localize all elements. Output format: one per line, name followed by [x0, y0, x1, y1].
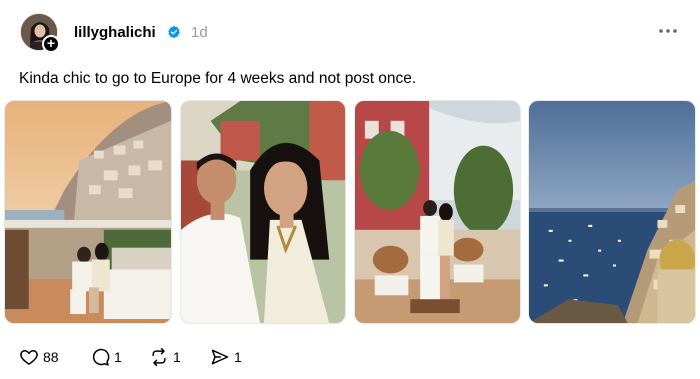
post-actions: 88 1 1 1	[0, 346, 700, 368]
like-button[interactable]: 88	[19, 346, 59, 368]
post-photo-2[interactable]	[180, 100, 346, 324]
comment-count: 1	[114, 349, 122, 365]
heart-icon	[20, 350, 38, 365]
post-photo-4[interactable]	[528, 100, 696, 324]
like-count: 88	[43, 349, 59, 365]
plus-icon[interactable]: +	[42, 35, 60, 53]
repost-icon	[152, 347, 166, 367]
send-icon	[211, 349, 229, 365]
thread-post: + lillyghalichi 1d Kinda chic to go to E…	[0, 0, 700, 379]
post-photo-3[interactable]	[354, 100, 521, 324]
repost-count: 1	[173, 349, 181, 365]
more-dots-icon[interactable]	[657, 22, 679, 40]
profile-avatar[interactable]: +	[20, 13, 60, 53]
comment-icon	[92, 348, 110, 366]
share-button[interactable]: 1	[210, 346, 242, 368]
repost-button[interactable]: 1	[149, 346, 181, 368]
comment-button[interactable]: 1	[90, 346, 122, 368]
post-caption: Kinda chic to go to Europe for 4 weeks a…	[19, 70, 417, 87]
username[interactable]: lillyghalichi	[74, 24, 156, 41]
post-photo-1[interactable]	[4, 100, 172, 324]
verified-badge-icon	[168, 25, 180, 39]
post-timestamp: 1d	[191, 24, 208, 41]
share-count: 1	[234, 349, 242, 365]
